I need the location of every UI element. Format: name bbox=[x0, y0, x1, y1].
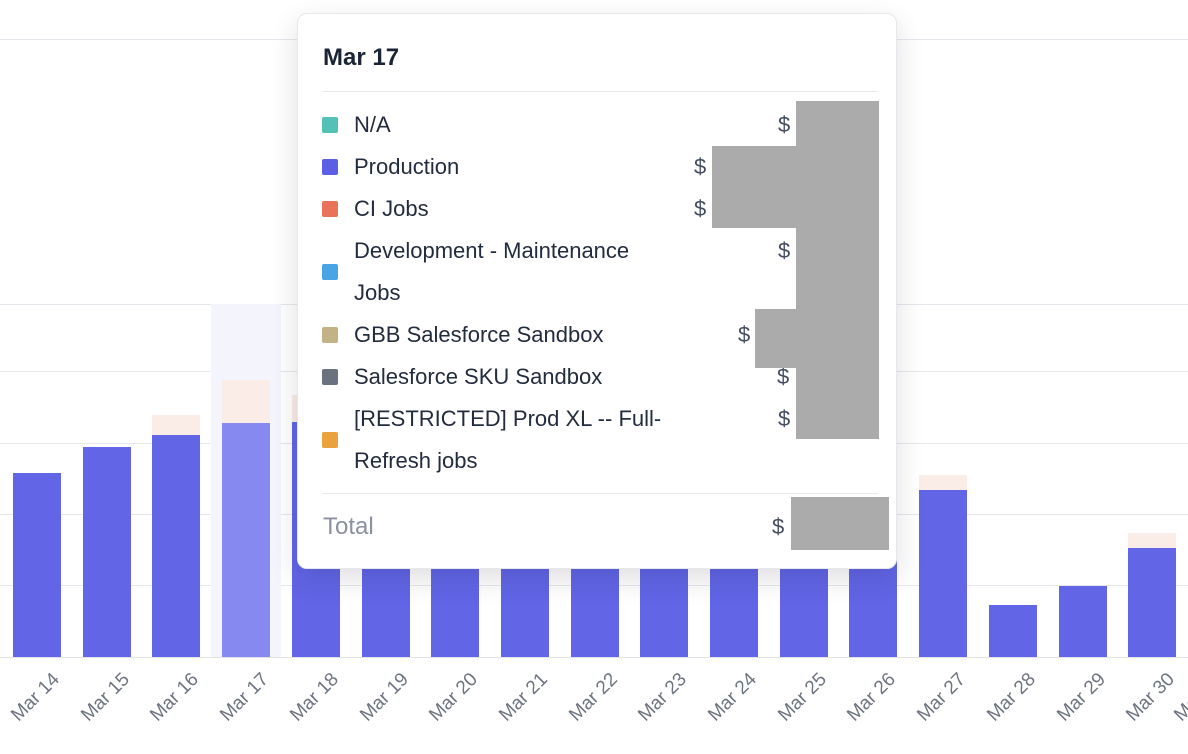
tooltip-total-divider bbox=[323, 493, 878, 494]
x-axis-label: Mar 26 bbox=[844, 669, 901, 726]
total-currency-sign: $ bbox=[772, 506, 784, 548]
x-axis-label: Mar 16 bbox=[147, 669, 204, 726]
x-axis-label: Mar 18 bbox=[286, 669, 343, 726]
restricted-prod-xl-full-refresh-jobs-swatch-icon bbox=[322, 432, 338, 448]
bar-segment-production[interactable] bbox=[152, 435, 200, 657]
bar-segment-ci-jobs[interactable] bbox=[1128, 533, 1176, 548]
x-axis-label: Mar 30 bbox=[1122, 669, 1179, 726]
daily-cost-chart: Mar 14Mar 15Mar 16Mar 17Mar 18Mar 19Mar … bbox=[0, 0, 1188, 754]
bar-segment-production[interactable] bbox=[222, 423, 270, 657]
x-axis-line bbox=[0, 657, 1188, 658]
redacted-value-box bbox=[791, 497, 889, 550]
gbb-salesforce-sandbox-label: GBB Salesforce Sandbox bbox=[354, 314, 603, 356]
ci-jobs-currency-sign: $ bbox=[694, 188, 706, 230]
bar-segment-production[interactable] bbox=[989, 605, 1037, 657]
development-maintenance-jobs-label: Development - MaintenanceJobs bbox=[354, 230, 629, 314]
development-maintenance-jobs-swatch-icon bbox=[322, 264, 338, 280]
gbb-salesforce-sandbox-swatch-icon bbox=[322, 327, 338, 343]
total-label: Total bbox=[323, 513, 374, 540]
x-axis-label: Mar 23 bbox=[634, 669, 691, 726]
bar-segment-production[interactable] bbox=[919, 490, 967, 657]
salesforce-sku-sandbox-label: Salesforce SKU Sandbox bbox=[354, 356, 602, 398]
chart-tooltip: Mar 17 N/A $ Production $ CI Jobs $ Developmen… bbox=[297, 13, 897, 569]
x-axis-label: Mar 29 bbox=[1053, 669, 1110, 726]
restricted-prod-xl-full-refresh-jobs-currency-sign: $ bbox=[778, 398, 790, 440]
x-axis-label: Mar 28 bbox=[983, 669, 1040, 726]
na-currency-sign: $ bbox=[778, 104, 790, 146]
redacted-value-box bbox=[755, 309, 796, 368]
ci-jobs-label: CI Jobs bbox=[354, 188, 429, 230]
development-maintenance-jobs-currency-sign: $ bbox=[778, 230, 790, 272]
bar-segment-production[interactable] bbox=[13, 473, 61, 657]
redacted-value-box bbox=[796, 101, 879, 439]
bar-segment-ci-jobs[interactable] bbox=[152, 415, 200, 435]
bar-segment-production[interactable] bbox=[1059, 586, 1107, 657]
x-axis-label: Mar 15 bbox=[77, 669, 134, 726]
tooltip-header-divider bbox=[323, 91, 878, 92]
na-swatch-icon bbox=[322, 117, 338, 133]
x-axis-label: Mar 17 bbox=[216, 669, 273, 726]
x-axis-label: Mar 14 bbox=[7, 669, 64, 726]
x-axis-label: Mar 24 bbox=[704, 669, 761, 726]
gbb-salesforce-sandbox-currency-sign: $ bbox=[738, 314, 750, 356]
bar-segment-ci-jobs[interactable] bbox=[222, 380, 270, 423]
production-swatch-icon bbox=[322, 159, 338, 175]
salesforce-sku-sandbox-swatch-icon bbox=[322, 369, 338, 385]
tooltip-title: Mar 17 bbox=[323, 44, 399, 72]
x-axis-label: Mar 27 bbox=[913, 669, 970, 726]
production-label: Production bbox=[354, 146, 459, 188]
na-label: N/A bbox=[354, 104, 391, 146]
x-axis-label: Mar 21 bbox=[495, 669, 552, 726]
redacted-value-box bbox=[712, 146, 796, 228]
bar-segment-ci-jobs[interactable] bbox=[919, 475, 967, 490]
x-axis-label: Mar 22 bbox=[565, 669, 622, 726]
production-currency-sign: $ bbox=[694, 146, 706, 188]
x-axis-label: Mar 19 bbox=[356, 669, 413, 726]
restricted-prod-xl-full-refresh-jobs-label: [RESTRICTED] Prod XL -- Full-Refresh job… bbox=[354, 398, 661, 482]
bar-segment-production[interactable] bbox=[83, 447, 131, 657]
ci-jobs-swatch-icon bbox=[322, 201, 338, 217]
x-axis-label: Mar 20 bbox=[425, 669, 482, 726]
x-axis-label: Mar 25 bbox=[774, 669, 831, 726]
bar-segment-production[interactable] bbox=[1128, 548, 1176, 657]
